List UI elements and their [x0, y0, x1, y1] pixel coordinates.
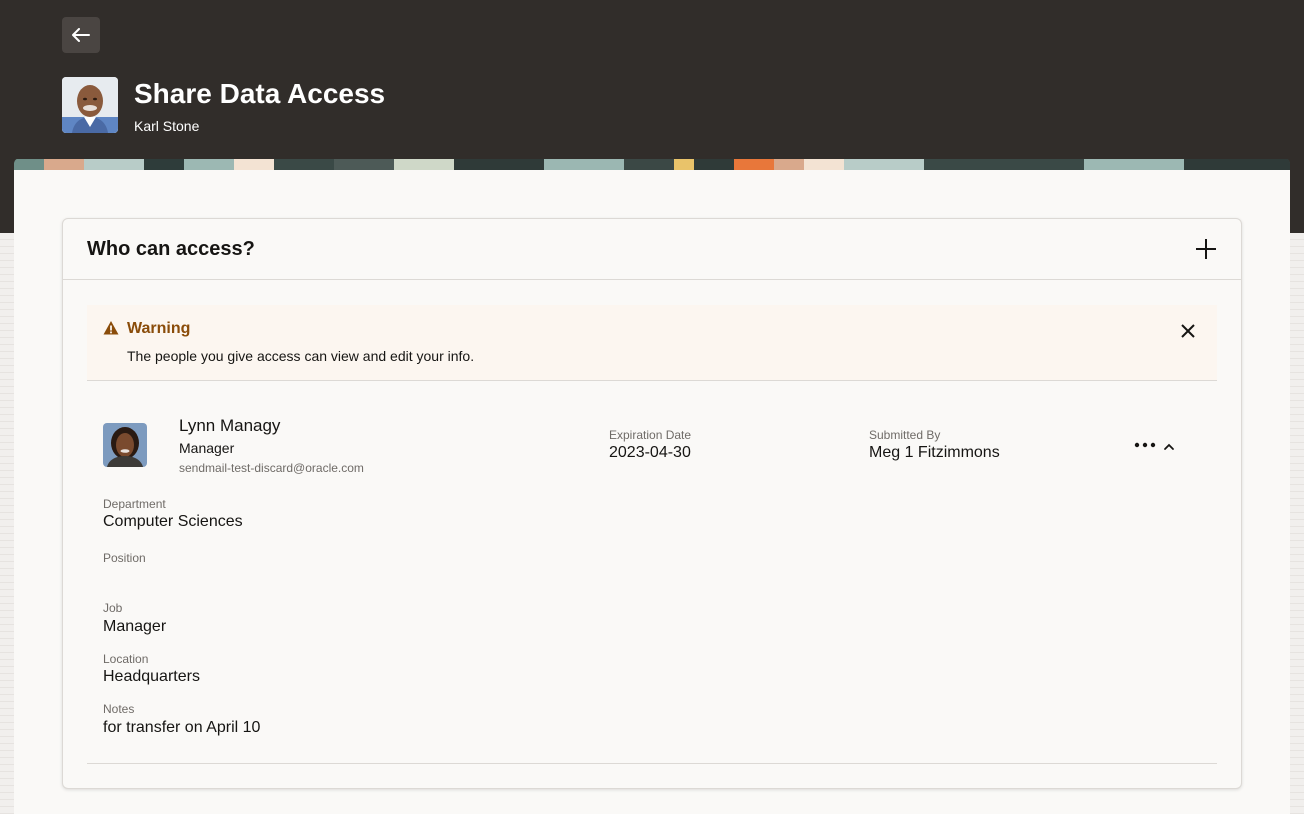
department-value: Computer Sciences — [103, 513, 243, 530]
person-email: sendmail-test-discard@oracle.com — [179, 461, 364, 475]
location-value: Headquarters — [103, 668, 200, 685]
location-label: Location — [103, 652, 149, 666]
warning-message: The people you give access can view and … — [127, 348, 475, 364]
page-subtitle: Karl Stone — [134, 118, 200, 134]
person-role: Manager — [179, 440, 235, 456]
page-title: Share Data Access — [134, 78, 386, 109]
warning-title: Warning — [127, 320, 191, 337]
avatar — [62, 77, 118, 133]
department-label: Department — [103, 497, 166, 511]
chevron-up-icon — [1163, 443, 1175, 451]
expiration-date-label: Expiration Date — [609, 428, 692, 442]
background-texture-right — [1290, 233, 1304, 814]
job-value: Manager — [103, 618, 167, 635]
warning-message-box: Warning The people you give access can v… — [87, 305, 1217, 381]
submitted-by-label: Submitted By — [869, 428, 941, 442]
back-button[interactable] — [62, 17, 100, 53]
close-icon — [1180, 323, 1196, 339]
plus-icon — [1195, 238, 1217, 260]
add-access-button[interactable] — [1189, 232, 1223, 266]
row-divider — [87, 763, 1217, 764]
person-avatar — [103, 423, 147, 467]
position-label: Position — [103, 551, 146, 565]
expiration-date-value: 2023-04-30 — [609, 444, 691, 461]
more-horizontal-icon — [1134, 442, 1156, 448]
job-label: Job — [103, 601, 123, 615]
more-actions-button[interactable] — [1131, 435, 1159, 455]
arrow-left-icon — [72, 28, 90, 42]
warning-close-button[interactable] — [1177, 320, 1199, 342]
access-card: Who can access? Warning The people you g… — [62, 218, 1242, 789]
person-name: Lynn Managy — [179, 416, 281, 435]
notes-value: for transfer on April 10 — [103, 719, 261, 736]
card-title: Who can access? — [87, 237, 255, 260]
decorative-banner — [14, 158, 1290, 170]
background-texture-left — [0, 233, 14, 814]
notes-label: Notes — [103, 702, 135, 716]
warning-triangle-icon — [103, 320, 119, 341]
collapse-details-button[interactable] — [1159, 437, 1179, 457]
submitted-by-value: Meg 1 Fitzimmons — [869, 444, 1000, 461]
card-header: Who can access? — [63, 219, 1241, 280]
